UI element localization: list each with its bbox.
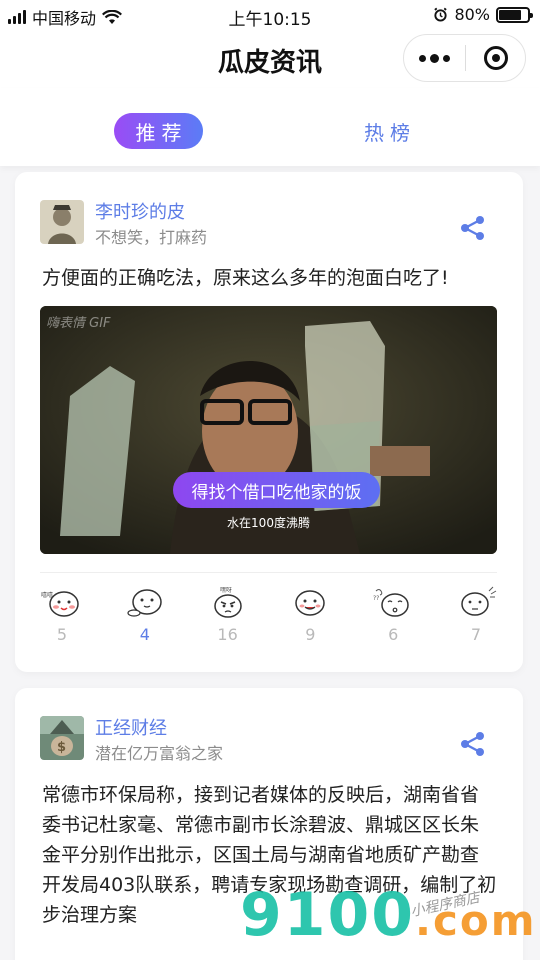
reaction-count: 16 — [217, 625, 238, 644]
reaction-count: 7 — [470, 625, 482, 644]
status-right: 80% — [433, 5, 533, 24]
feed-card[interactable]: 李时珍的皮 不想笑，打麻药 方便面的正确吃法，原来这么多年的泡面白吃了! 嗨表情… — [15, 172, 523, 672]
site-watermark-main: 9100 — [240, 880, 415, 950]
tab-recommend[interactable]: 推荐 — [114, 113, 203, 149]
avatar[interactable]: $ — [40, 716, 84, 760]
author-name[interactable]: 李时珍的皮 — [95, 198, 185, 224]
author-subtitle: 潜在亿万富翁之家 — [95, 744, 224, 763]
tab-hot-list[interactable]: 热榜 — [352, 113, 422, 149]
tab-bar: 推荐 热榜 — [0, 88, 540, 166]
share-icon[interactable] — [459, 214, 487, 242]
reaction-dizzy[interactable]: ?? 6 — [352, 585, 434, 644]
site-watermark: 9100.com — [240, 880, 536, 950]
tongue-out-face-icon — [295, 590, 326, 616]
battery-percent: 80% — [454, 5, 490, 24]
svg-text:??: ?? — [373, 595, 379, 602]
nav-bar: 瓜皮资讯 — [0, 32, 540, 88]
reaction-count: 5 — [56, 625, 68, 644]
reaction-bar: 嘻嘻 5 4 嘿呀 16 9 ?? 6 7 — [21, 585, 517, 644]
reaction-count: 6 — [388, 625, 399, 644]
author-name[interactable]: 正经财经 — [95, 714, 167, 740]
reaction-angry[interactable]: 嘿呀 16 — [187, 585, 269, 644]
reaction-count: 4 — [139, 625, 150, 644]
post-text[interactable]: 方便面的正确吃法，原来这么多年的泡面白吃了! — [42, 262, 497, 294]
reaction-blushing[interactable]: 嘻嘻 5 — [21, 585, 103, 644]
share-icon[interactable] — [459, 730, 487, 758]
status-bar: 中国移动 上午10:15 80% — [0, 0, 540, 32]
close-target-icon — [483, 46, 508, 70]
reaction-sweat[interactable]: 7 — [435, 585, 517, 644]
divider — [40, 572, 497, 573]
sweat-face-icon — [461, 586, 497, 616]
reaction-count: 9 — [305, 625, 316, 644]
battery-icon — [496, 6, 533, 23]
blushing-face-icon: 嘻嘻 — [41, 591, 79, 617]
gif-watermark: 嗨表情 GIF — [46, 316, 111, 331]
waving-face-icon — [127, 589, 162, 617]
mini-program-capsule — [403, 34, 526, 82]
angry-face-icon: 嘿呀 — [213, 587, 242, 618]
svg-text:嘿呀: 嘿呀 — [220, 587, 232, 594]
more-dots-icon — [419, 54, 426, 62]
gif-caption: 得找个借口吃他家的饭 — [173, 472, 380, 508]
close-button[interactable] — [466, 46, 525, 70]
svg-text:$: $ — [57, 740, 66, 755]
avatar[interactable] — [40, 200, 84, 244]
alarm-icon — [434, 7, 448, 22]
reaction-waving[interactable]: 4 — [104, 585, 186, 644]
dizzy-face-icon: ?? — [373, 589, 409, 617]
post-gif[interactable]: 嗨表情 GIF 得找个借口吃他家的饭 水在100度沸腾 — [40, 306, 497, 554]
svg-text:嘻嘻: 嘻嘻 — [41, 591, 53, 599]
reaction-tongue[interactable]: 9 — [269, 585, 351, 644]
more-button[interactable] — [404, 35, 465, 81]
author-subtitle: 不想笑，打麻药 — [95, 228, 208, 247]
gif-subcaption: 水在100度沸腾 — [227, 516, 310, 530]
